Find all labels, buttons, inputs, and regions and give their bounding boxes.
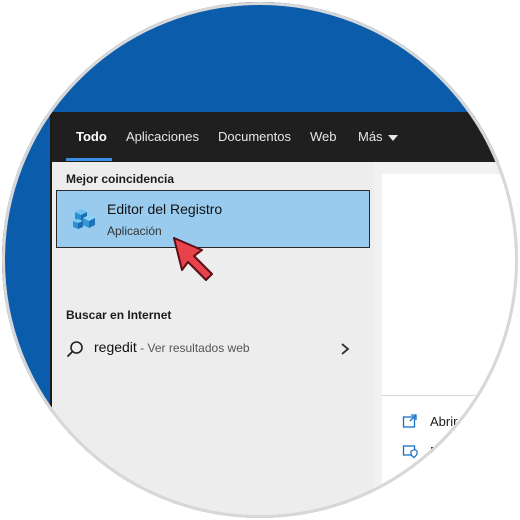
tab-aplicaciones[interactable]: Aplicaciones (126, 129, 199, 144)
search-panel: Todo Aplicaciones Documentos Web Más Mej… (50, 112, 518, 518)
best-match-heading: Mejor coincidencia (66, 172, 175, 186)
best-match-subtitle: Aplicación (107, 224, 162, 238)
results-list: Mejor coincidencia Editor del Registro A… (52, 162, 374, 518)
internet-heading: Buscar en Internet (66, 308, 172, 322)
web-query: regedit (94, 339, 137, 355)
preview-divider (382, 395, 518, 396)
action-abrir-label: Abrir (430, 414, 458, 429)
tab-web[interactable]: Web (310, 129, 337, 144)
web-search-result[interactable]: regedit - Ver resultados web (52, 332, 374, 366)
active-tab-indicator (66, 158, 112, 161)
file-location-icon (404, 473, 416, 489)
screenshot-viewport: Todo Aplicaciones Documentos Web Más Mej… (2, 2, 518, 518)
red-arrow-pointer-icon (173, 237, 213, 281)
chevron-right-icon[interactable] (338, 340, 352, 358)
preview-title: Ec (512, 329, 518, 350)
admin-shield-icon (402, 445, 418, 459)
preview-pane: Ec Abrir Ejecutar co (374, 162, 518, 518)
pin-icon (403, 506, 416, 516)
chevron-down-icon (387, 134, 398, 141)
search-icon (67, 341, 83, 357)
action-ejecutar-label: Ejecutar co (430, 444, 496, 459)
web-result-suffix: - Ver resultados web (136, 341, 250, 355)
preview-card: Ec Abrir Ejecutar co (382, 174, 518, 518)
open-icon (402, 414, 417, 428)
search-tabs-bar: Todo Aplicaciones Documentos Web Más (52, 112, 518, 162)
tab-mas-label: Más (358, 129, 383, 144)
web-result-text: regedit - Ver resultados web (94, 339, 250, 355)
action-abrir-ubicacion-label: Abrir u (430, 474, 469, 489)
tab-documentos[interactable]: Documentos (218, 129, 291, 144)
best-match-title: Editor del Registro (107, 201, 223, 217)
registry-editor-icon (73, 209, 95, 229)
tab-mas[interactable]: Más (358, 129, 398, 144)
tab-todo[interactable]: Todo (76, 129, 107, 144)
action-anclar-label: A (430, 504, 439, 518)
